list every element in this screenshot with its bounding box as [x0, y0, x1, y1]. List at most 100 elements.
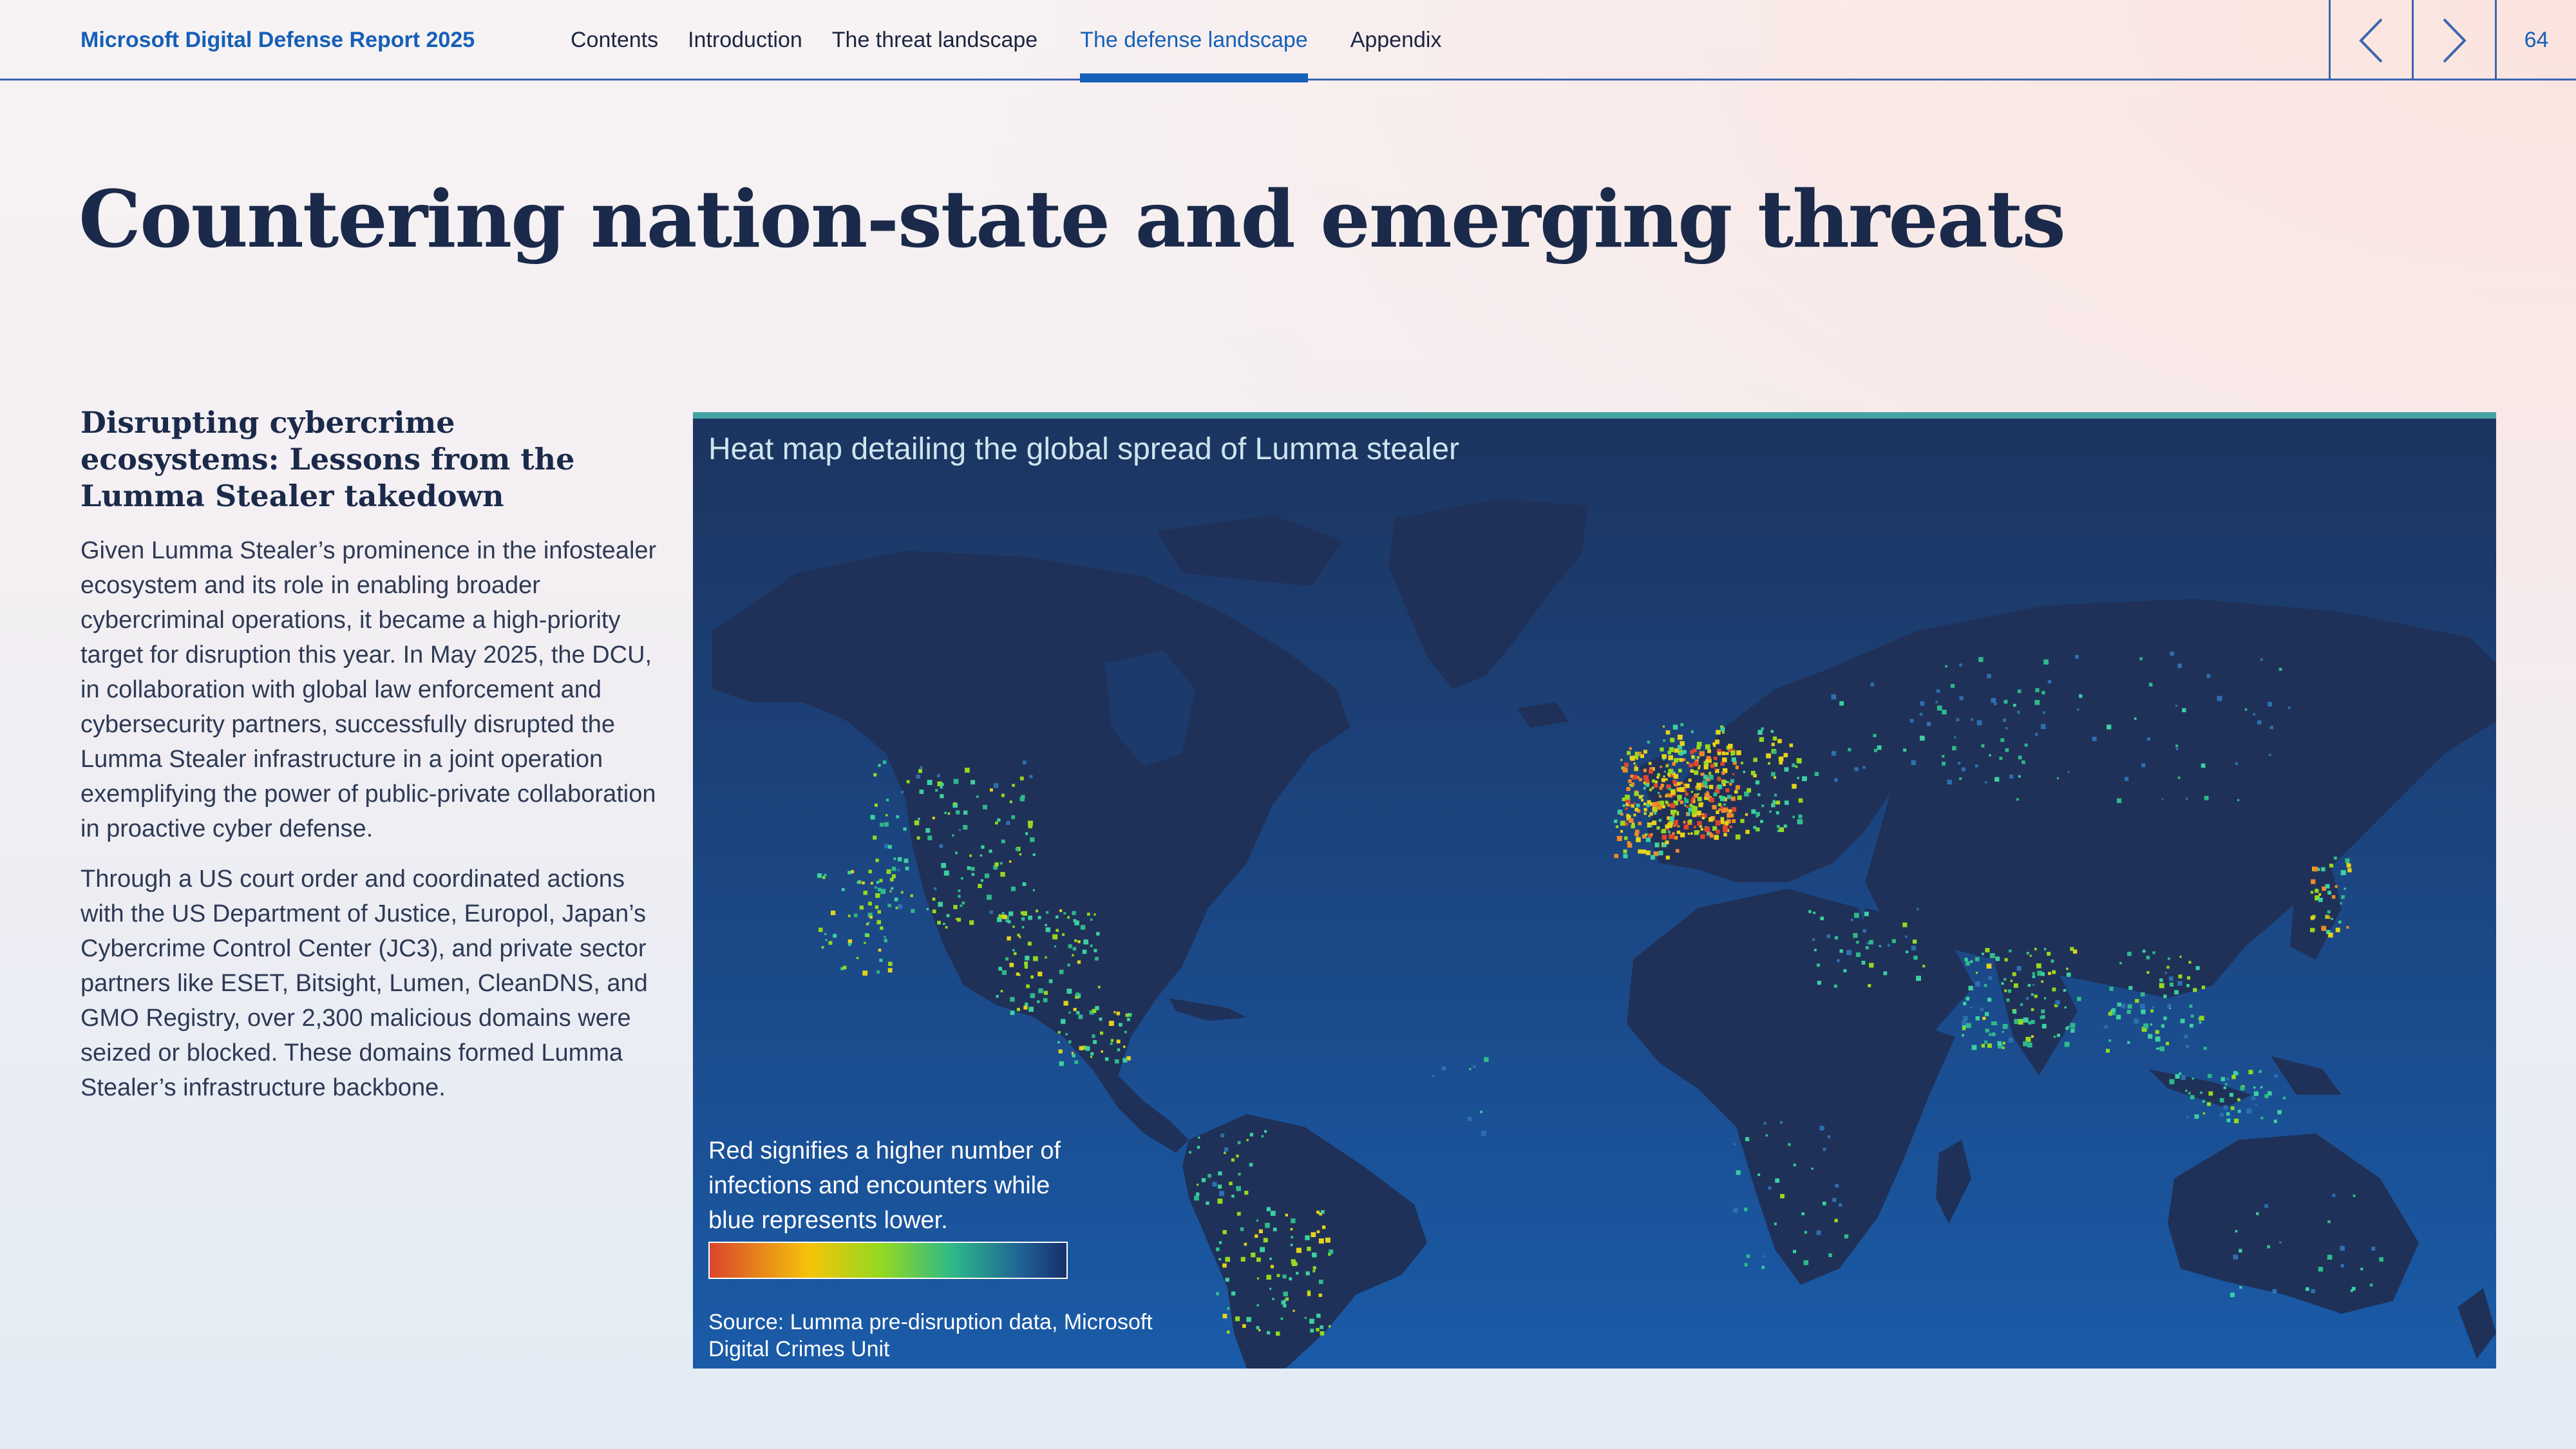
heat-point: [2139, 657, 2143, 661]
heat-point: [1293, 1309, 1295, 1312]
heat-point: [2000, 738, 2005, 743]
heat-point: [1697, 797, 1702, 802]
heat-point: [877, 910, 881, 914]
heat-point: [1316, 1328, 1320, 1332]
heat-point: [2328, 933, 2333, 938]
previous-page-button[interactable]: [2329, 0, 2411, 80]
heat-point: [1059, 1061, 1064, 1066]
heat-point: [958, 829, 961, 831]
heat-point: [1984, 983, 1987, 987]
heat-point: [1677, 734, 1683, 740]
heat-point: [2004, 958, 2008, 961]
heat-point: [2117, 1002, 2121, 1007]
heat-point: [1256, 1304, 1260, 1307]
heat-point: [1638, 795, 1643, 799]
heat-point: [1798, 798, 1803, 803]
heat-point: [1677, 795, 1682, 800]
heat-point: [1976, 972, 1978, 974]
heat-point: [1833, 984, 1837, 988]
heat-point: [1636, 803, 1640, 808]
heat-point: [1206, 1201, 1209, 1205]
heat-point: [1117, 1048, 1121, 1052]
heat-point: [2056, 1034, 2060, 1037]
heat-point: [1826, 934, 1831, 938]
heat-point: [2077, 996, 2081, 1001]
nav-tab-contents[interactable]: Contents: [571, 0, 658, 80]
heat-point: [2150, 1009, 2154, 1013]
heat-point: [875, 886, 877, 889]
heat-point: [886, 799, 889, 802]
heat-point: [1837, 959, 1840, 962]
heat-point: [1676, 830, 1681, 835]
heat-point: [1717, 752, 1721, 755]
heat-point: [1693, 798, 1696, 800]
heat-point: [2013, 703, 2016, 707]
heat-point: [2237, 1110, 2241, 1113]
heat-point: [1217, 1184, 1222, 1189]
heat-point: [1222, 1263, 1227, 1268]
heat-point: [2029, 954, 2032, 957]
report-brand-link[interactable]: Microsoft Digital Defense Report 2025: [80, 0, 475, 80]
heat-point: [2009, 774, 2014, 779]
heat-point: [887, 968, 893, 973]
heat-point: [1797, 777, 1799, 779]
heat-point: [1985, 1028, 1989, 1033]
heat-point: [1727, 781, 1729, 784]
heat-point: [2230, 1106, 2235, 1110]
heat-point: [1026, 984, 1030, 989]
heat-point: [2345, 858, 2350, 863]
heat-point: [1985, 1012, 1989, 1016]
heat-point: [1201, 1178, 1206, 1182]
heat-point: [2146, 971, 2150, 974]
heat-point: [980, 854, 983, 857]
heat-point: [2134, 1018, 2139, 1024]
heat-point: [1654, 812, 1657, 815]
heat-point: [1318, 1280, 1323, 1284]
nav-tab-appendix[interactable]: Appendix: [1350, 0, 1442, 80]
heat-point: [1622, 767, 1628, 773]
heat-point: [1723, 833, 1727, 837]
heat-point: [1019, 936, 1021, 938]
heat-point: [1784, 767, 1789, 772]
heat-point: [969, 854, 972, 857]
heat-point: [1846, 950, 1852, 956]
nav-tab-threat-landscape[interactable]: The threat landscape: [832, 0, 1037, 80]
heat-point: [1735, 765, 1739, 769]
heat-point: [1720, 820, 1725, 824]
heat-point: [1291, 1218, 1296, 1224]
heat-point: [1079, 1046, 1084, 1050]
nav-tab-introduction[interactable]: Introduction: [688, 0, 802, 80]
heat-point: [1838, 1203, 1842, 1207]
heat-point: [1270, 1211, 1276, 1216]
heat-point: [1100, 1031, 1104, 1035]
heat-point: [1679, 758, 1683, 762]
heat-point: [1945, 665, 1947, 668]
heat-point: [2331, 918, 2333, 920]
heat-point: [2026, 952, 2029, 955]
heat-point: [1095, 956, 1099, 961]
heat-point: [1669, 816, 1674, 821]
heat-point: [2152, 1006, 2155, 1009]
heat-point: [2347, 868, 2352, 873]
heat-point: [1196, 1192, 1200, 1196]
heat-point: [1616, 836, 1622, 841]
nav-tab-defense-landscape[interactable]: The defense landscape: [1080, 0, 1309, 82]
heat-point: [2187, 976, 2191, 980]
heat-point: [2321, 925, 2327, 931]
heat-point: [1087, 913, 1090, 916]
heat-point: [1869, 963, 1874, 968]
heat-point: [1074, 1060, 1079, 1065]
heat-point: [1835, 1184, 1839, 1188]
heat-point: [1864, 911, 1869, 916]
heat-point: [2327, 891, 2331, 895]
heat-point: [2155, 1030, 2159, 1034]
heat-point: [2346, 926, 2349, 929]
heat-point: [2226, 1112, 2230, 1116]
heat-point: [1240, 1227, 1244, 1231]
heat-point: [956, 810, 960, 815]
heat-point: [2189, 1004, 2193, 1008]
next-page-button[interactable]: [2412, 0, 2494, 80]
heat-point: [1219, 1191, 1224, 1197]
heat-point: [1662, 754, 1667, 759]
heat-point: [1704, 829, 1707, 832]
